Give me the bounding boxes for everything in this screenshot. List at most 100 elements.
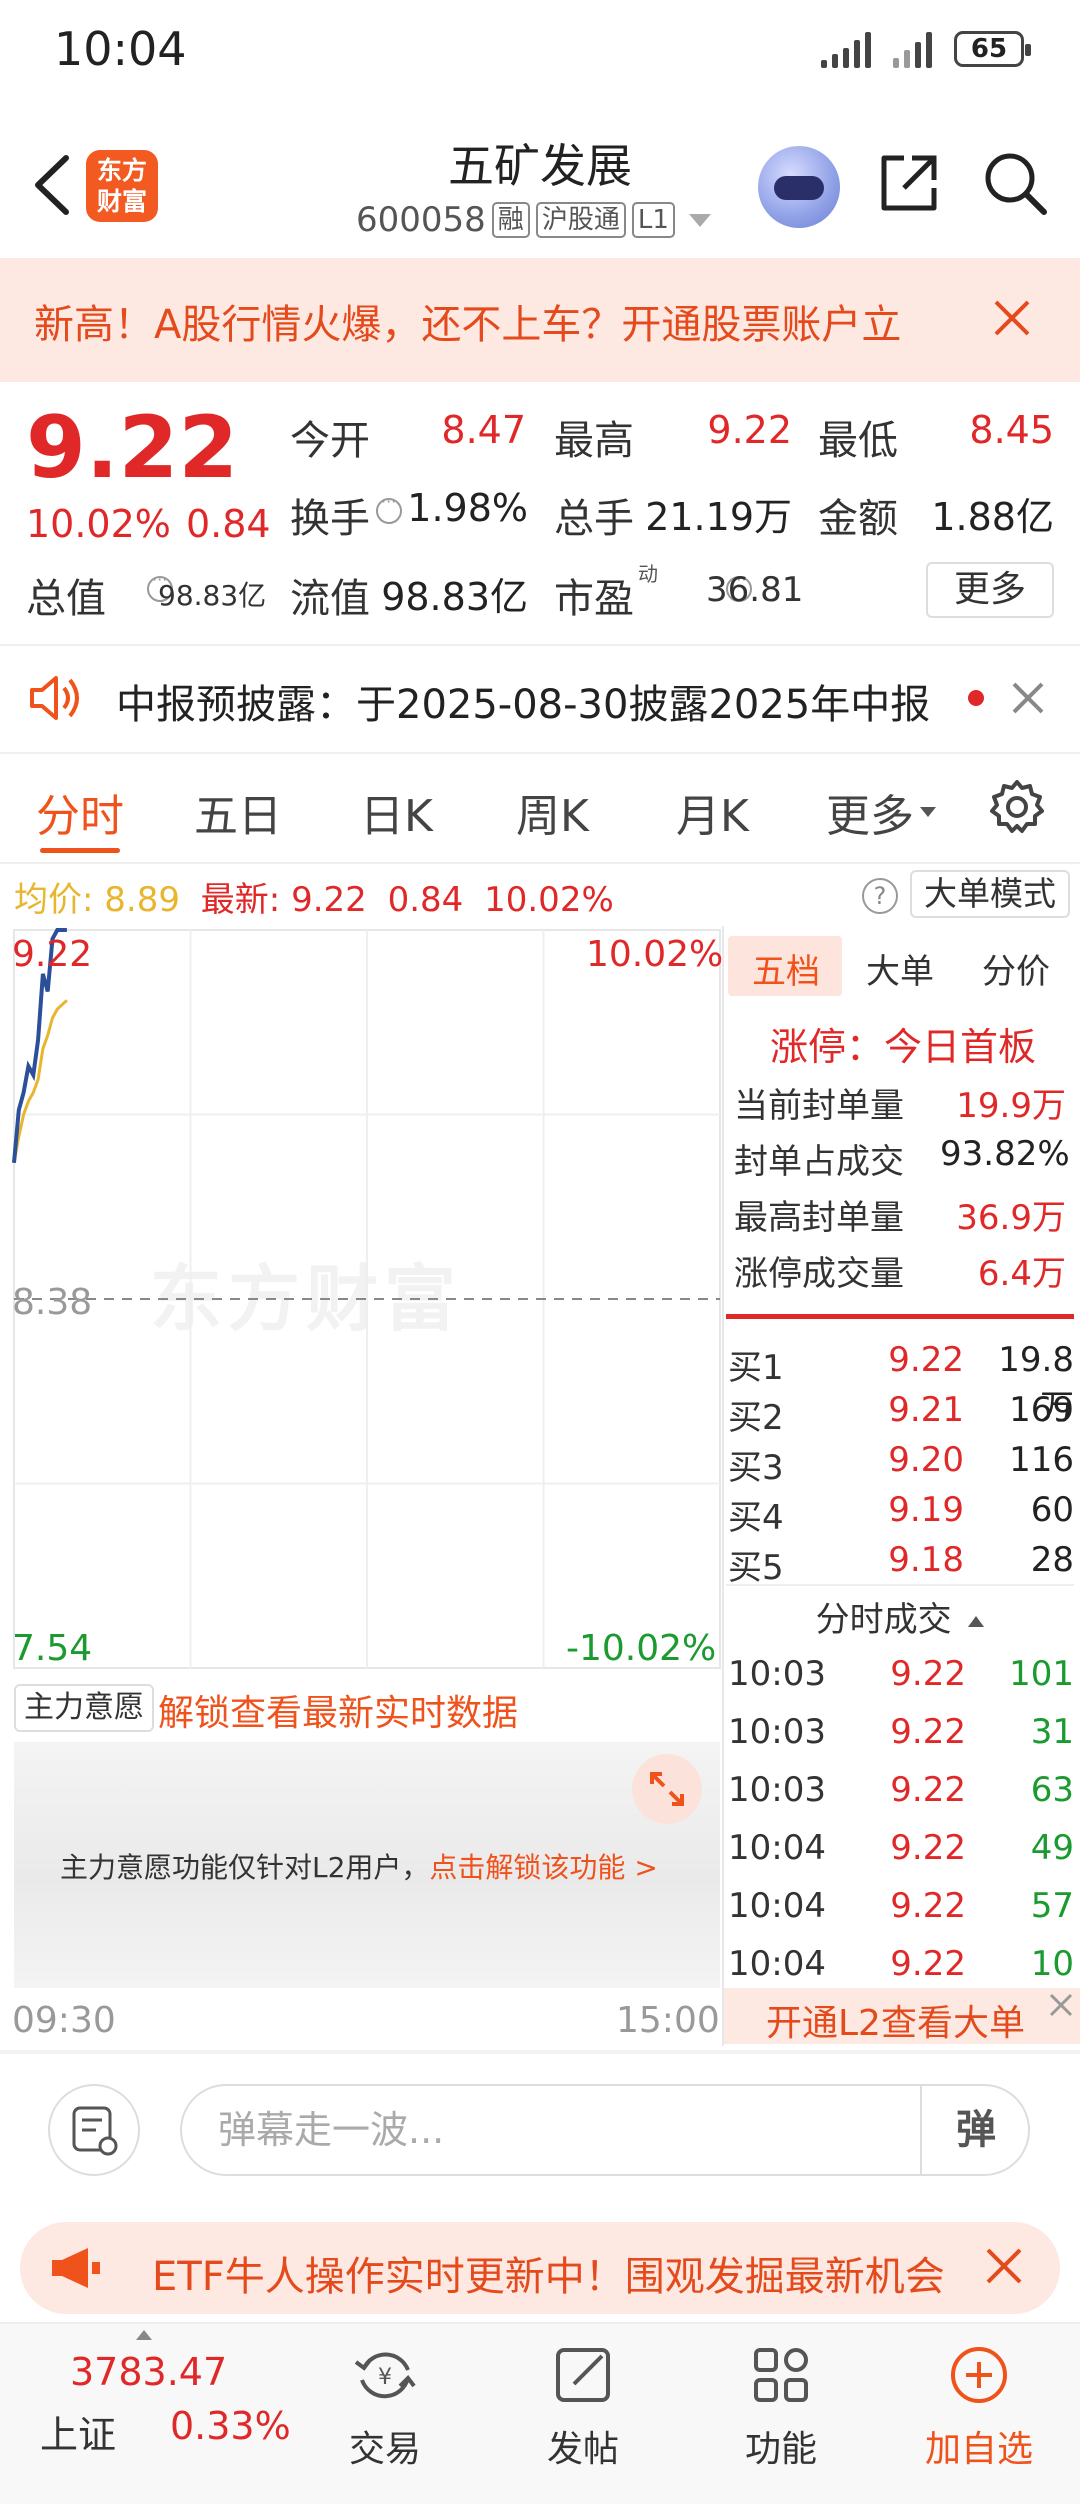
pe-label: 市盈: [554, 576, 634, 622]
chevron-left-icon: [35, 155, 69, 215]
time-start-label: 09:30: [12, 2000, 116, 2041]
main-force-unlock-button[interactable]: 点击解锁该功能 >: [429, 1851, 657, 1884]
share-icon: [881, 155, 937, 211]
expand-button[interactable]: [632, 1754, 702, 1824]
back-button[interactable]: [22, 150, 92, 230]
etf-banner-text[interactable]: ETF牛人操作实时更新中！围观发掘最新机会: [152, 2244, 962, 2302]
nav-trade[interactable]: ¥ 交易: [310, 2340, 460, 2472]
latest-label: 最新:: [200, 880, 281, 920]
nav-post-label: 发帖: [546, 2429, 619, 2470]
chart-low-pct: -10.02%: [566, 1628, 717, 1669]
tag-connect: 沪股通: [535, 202, 626, 238]
latest-pct: 10.02%: [484, 880, 614, 920]
edit-icon: [556, 2348, 610, 2402]
tick-time: 10:04: [728, 1944, 826, 1984]
open-value: 8.47: [441, 408, 526, 452]
chart-high-pct: 10.02%: [586, 934, 724, 975]
notice-text[interactable]: 中报预披露：于2025-08-30披露2025年中报: [116, 672, 930, 730]
divider: [0, 2050, 1080, 2054]
ticks-header[interactable]: 分时成交: [726, 1584, 1074, 1641]
tab-big-orders[interactable]: 大单: [866, 944, 934, 993]
l2-banner-text[interactable]: 开通L2查看大单: [766, 1994, 1025, 2046]
main-force-message: 主力意愿功能仅针对L2用户，点击解锁该功能 >: [60, 1846, 658, 1886]
tab-five-day[interactable]: 五日: [194, 780, 282, 844]
chart-high-price: 9.22: [12, 934, 93, 975]
search-icon: [985, 153, 1047, 215]
tick-time: 10:03: [728, 1770, 826, 1810]
search-button[interactable]: [982, 150, 1052, 220]
main-force-unlock-link[interactable]: 解锁查看最新实时数据: [158, 1684, 518, 1736]
more-fields-button[interactable]: 更多: [926, 562, 1054, 618]
assistant-robot-icon[interactable]: [758, 146, 840, 228]
tab-weekly-k[interactable]: 周K: [516, 780, 589, 844]
stat-label: 涨停成交量: [734, 1254, 904, 1294]
stat-label: 最高封单量: [734, 1198, 904, 1238]
tab-order-book[interactable]: 五档: [752, 944, 820, 993]
notice-close-button[interactable]: [1010, 680, 1050, 720]
add-circle-icon: [951, 2347, 1007, 2403]
limit-up-divider: [726, 1314, 1074, 1319]
panel-divider: [722, 926, 724, 2046]
bid-label: 买1: [728, 1348, 784, 1388]
tab-intraday[interactable]: 分时: [36, 780, 124, 844]
main-force-select[interactable]: 主力意愿: [14, 1684, 154, 1757]
bid-volume: 169: [1009, 1390, 1074, 1430]
limit-up-status: 涨停：今日首板: [770, 1025, 1037, 1069]
close-icon: [1012, 682, 1044, 714]
stat-label: 当前封单量: [734, 1086, 904, 1126]
tab-monthly-k[interactable]: 月K: [676, 780, 749, 844]
index-change-pct[interactable]: 0.33%: [170, 2404, 291, 2448]
speaker-icon: [26, 670, 86, 726]
nav-trade-label: 交易: [348, 2429, 421, 2470]
stat-value: 6.4万: [977, 1254, 1066, 1294]
volume-label: 总手: [554, 496, 634, 542]
index-name[interactable]: 上证: [40, 2404, 116, 2459]
tick-price: 9.22: [890, 1828, 966, 1868]
main-force-message-text: 主力意愿功能仅针对L2用户，: [60, 1851, 430, 1884]
tab-more[interactable]: 更多: [826, 780, 936, 844]
comment-list-button[interactable]: [48, 2084, 140, 2176]
bid-price: 9.22: [888, 1340, 964, 1380]
turnover-value: 1.98%: [407, 486, 528, 530]
tick-price: 9.22: [890, 1654, 966, 1694]
stat-value: 19.9万: [956, 1086, 1066, 1126]
l2-close-button[interactable]: [1046, 1990, 1076, 2020]
turnover-info-icon[interactable]: [376, 492, 402, 524]
stat-label: 封单占成交: [734, 1142, 904, 1182]
nav-functions[interactable]: 功能: [706, 2340, 856, 2472]
bid-label: 买5: [728, 1548, 784, 1588]
tick-time: 10:04: [728, 1828, 826, 1868]
etf-close-button[interactable]: [982, 2244, 1032, 2294]
chart-prev-close: 8.38: [12, 1282, 93, 1323]
low-label: 最低: [818, 418, 898, 464]
nav-add-watchlist[interactable]: 加自选: [904, 2340, 1054, 2472]
grid-icon: [754, 2348, 808, 2402]
promo-close-button[interactable]: [990, 296, 1040, 346]
bid-price: 9.21: [888, 1390, 964, 1430]
promo-text[interactable]: 新高！A股行情火爆，还不上车？开通股票账户立: [34, 292, 984, 350]
chart-settings-button[interactable]: [988, 778, 1048, 838]
nav-add-watchlist-label: 加自选: [924, 2429, 1033, 2470]
tab-daily-k[interactable]: 日K: [360, 780, 433, 844]
high-label: 最高: [554, 418, 634, 464]
latest-value: 9.22: [291, 880, 367, 920]
turnover-label: 换手: [290, 496, 370, 542]
tick-price: 9.22: [890, 1712, 966, 1752]
float-label: 流值: [290, 576, 370, 622]
pe-dynamic-mark: 动: [638, 562, 658, 586]
tab-price-dist[interactable]: 分价: [982, 944, 1050, 993]
nav-post[interactable]: 发帖: [508, 2340, 658, 2472]
stock-code-row[interactable]: 600058 融 沪股通 L1: [356, 200, 711, 240]
expand-icon: [650, 1772, 684, 1806]
tick-price: 9.22: [890, 1944, 966, 1984]
help-icon[interactable]: ?: [862, 878, 898, 914]
comment-settings-icon: [72, 2106, 118, 2156]
signal-icon-2: [893, 30, 932, 68]
danmu-input[interactable]: 弹幕走一波...: [180, 2084, 1030, 2176]
big-order-mode-button[interactable]: 大单模式: [910, 870, 1070, 918]
volume-value: 21.19万: [645, 495, 792, 539]
index-value[interactable]: 3783.47: [70, 2350, 227, 2394]
danmu-toggle-button[interactable]: 弹: [920, 2086, 1030, 2174]
share-button[interactable]: [876, 150, 946, 220]
tick-volume: 63: [1030, 1770, 1074, 1810]
